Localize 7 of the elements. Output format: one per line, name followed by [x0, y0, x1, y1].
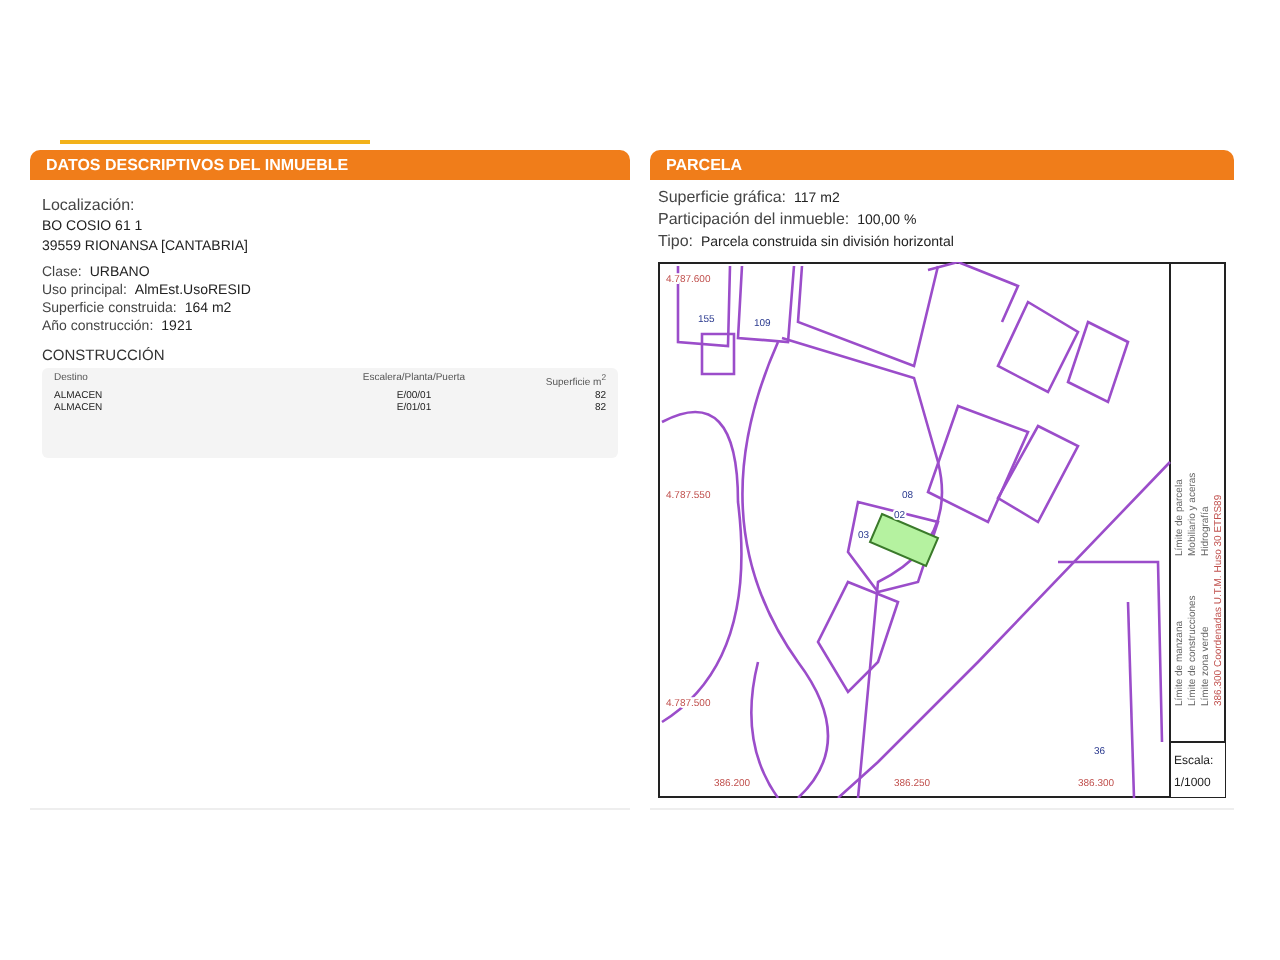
- field-label: Participación del inmueble:: [658, 210, 850, 228]
- highlighted-parcel: [868, 512, 940, 568]
- panel-header: PARCELA: [650, 150, 1234, 180]
- panel-header: DATOS DESCRIPTIVOS DEL INMUEBLE: [30, 150, 630, 180]
- field-label: Tipo:: [658, 232, 693, 250]
- field-label: Localización:: [42, 196, 137, 214]
- field-label: Superficie gráfica:: [658, 188, 787, 206]
